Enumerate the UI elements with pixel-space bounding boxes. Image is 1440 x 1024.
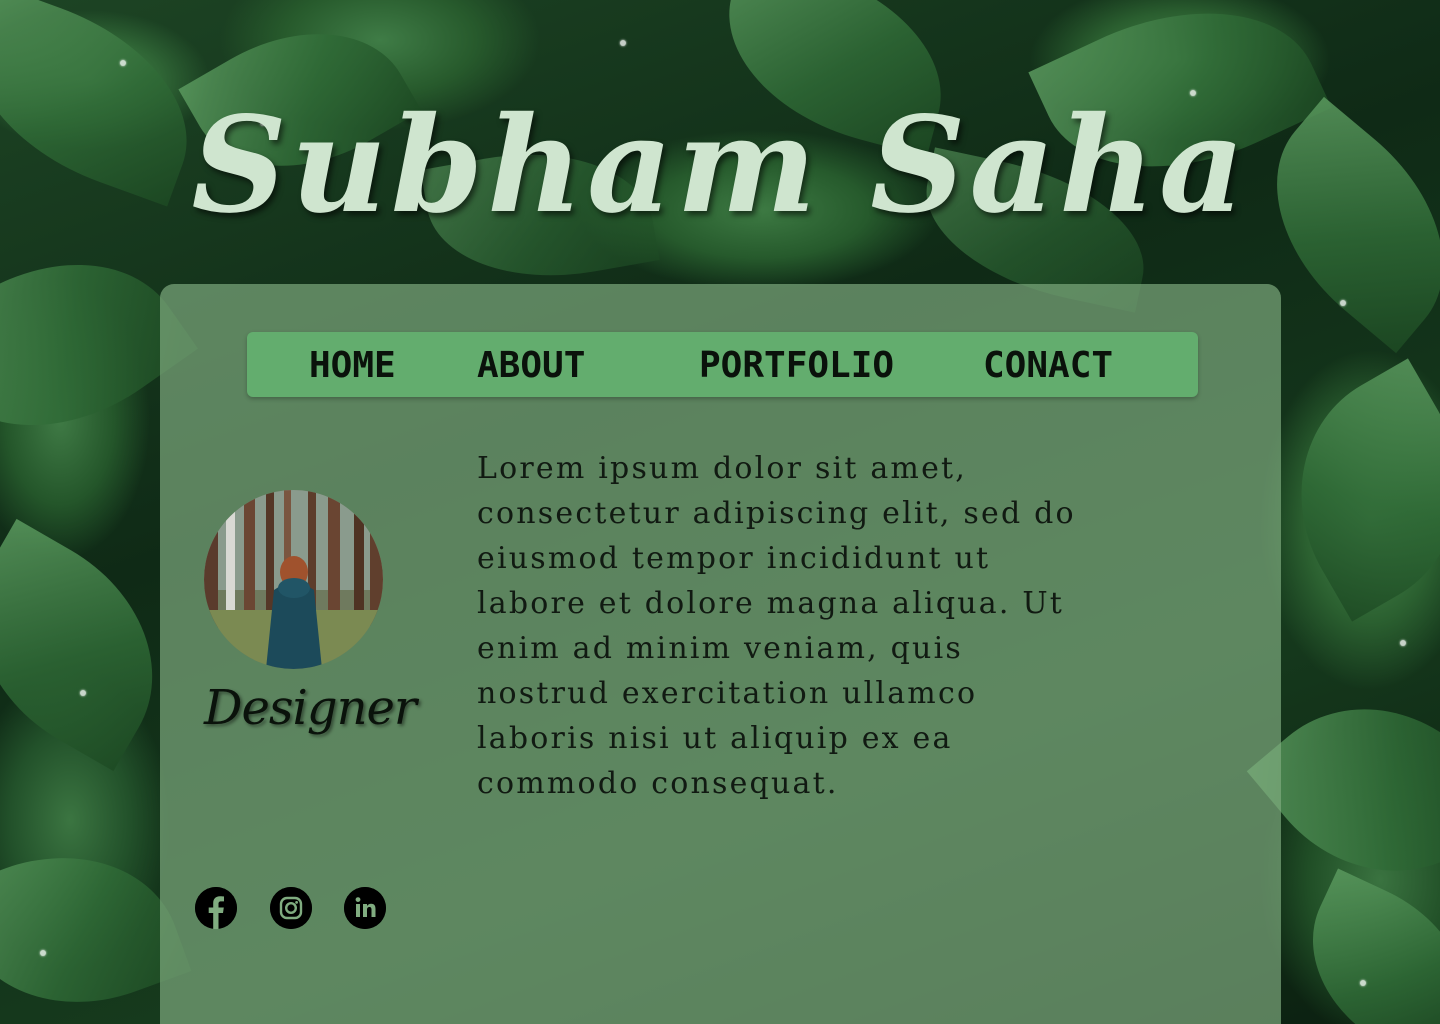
bio-text: Lorem ipsum dolor sit amet, consectetur …: [477, 451, 1076, 801]
avatar: [204, 490, 383, 669]
nav-about[interactable]: ABOUT: [477, 346, 585, 386]
instagram-icon[interactable]: [270, 887, 312, 929]
nav-contact[interactable]: CONACT: [983, 346, 1113, 386]
navbar: HOME ABOUT PORTFOLIO CONACT: [247, 332, 1198, 397]
content-card: HOME ABOUT PORTFOLIO CONACT Designer Lor…: [160, 284, 1281, 1024]
nav-home[interactable]: HOME: [309, 346, 396, 386]
linkedin-icon[interactable]: [344, 887, 386, 929]
role-label: Designer: [204, 680, 417, 736]
site-title: Subham Saha: [191, 88, 1249, 243]
nav-portfolio[interactable]: PORTFOLIO: [699, 346, 894, 386]
facebook-icon[interactable]: [195, 887, 237, 929]
